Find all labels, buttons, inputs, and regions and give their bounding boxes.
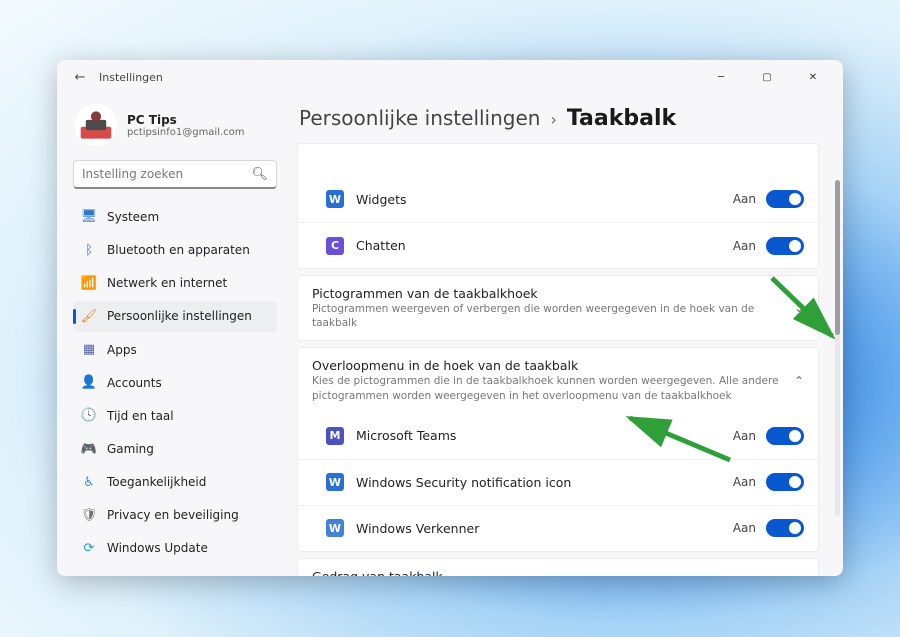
sidebar-item-label: Bluetooth en apparaten: [107, 243, 250, 257]
app-icon: W: [326, 190, 344, 208]
monitor-icon: 🖥: [81, 209, 97, 225]
section-title: Gedrag van taakbalk: [312, 569, 786, 576]
taskbar-behavior-card[interactable]: Gedrag van taakbalk Taakbalkuitlijning, …: [297, 558, 819, 576]
scrollbar-track[interactable]: [835, 180, 840, 516]
person-icon: 👤: [81, 375, 97, 391]
toggle-switch[interactable]: [766, 473, 804, 491]
apps-icon: ▦: [81, 342, 97, 358]
sidebar-item-label: Systeem: [107, 210, 159, 224]
toggle-row: W Windows Verkenner Aan: [298, 505, 818, 551]
toggle-state-label: Aan: [733, 521, 756, 535]
sidebar-nav: 🖥 Systeem ᛒ Bluetooth en apparaten 📶 Netwerk …: [73, 201, 277, 564]
sidebar-item-update[interactable]: ⟳ Windows Update: [73, 533, 277, 564]
sidebar-item-label: Tijd en taal: [107, 409, 174, 423]
chevron-right-icon: ›: [550, 110, 556, 129]
toggle-row: W Widgets Aan: [298, 176, 818, 222]
sidebar-item-label: Toegankelijkheid: [107, 475, 206, 489]
sidebar-item-shield[interactable]: 🛡 Privacy en beveiliging: [73, 500, 277, 531]
row-label: Widgets: [356, 192, 733, 207]
sidebar-item-label: Gaming: [107, 442, 154, 456]
app-icon: W: [326, 519, 344, 537]
sidebar-item-apps[interactable]: ▦ Apps: [73, 334, 277, 365]
taskbar-items-card: W Widgets Aan C Chatten Aan: [297, 143, 819, 269]
sidebar-item-label: Accounts: [107, 376, 162, 390]
row-label: Windows Security notification icon: [356, 475, 733, 490]
search-input[interactable]: [82, 167, 247, 181]
game-icon: 🎮: [81, 441, 97, 457]
toggle-state-label: Aan: [733, 429, 756, 443]
sidebar-item-label: Privacy en beveiliging: [107, 508, 239, 522]
minimize-button[interactable]: ─: [699, 64, 743, 90]
app-icon: W: [326, 473, 344, 491]
sidebar-item-monitor[interactable]: 🖥 Systeem: [73, 201, 277, 232]
breadcrumb-parent[interactable]: Persoonlijke instellingen: [299, 106, 540, 130]
profile-name: PC Tips: [127, 113, 245, 127]
sidebar-item-bluetooth[interactable]: ᛒ Bluetooth en apparaten: [73, 234, 277, 265]
clock-icon: 🕓: [81, 408, 97, 424]
taskbar-item-row: [298, 144, 818, 176]
maximize-button[interactable]: ▢: [745, 64, 789, 90]
row-label: Chatten: [356, 238, 733, 253]
content-pane: Persoonlijke instellingen › Taakbalk W W…: [289, 94, 843, 576]
sidebar: PC Tips pctipsinfo1@gmail.com 🔍︎ 🖥 Systee…: [57, 94, 289, 576]
sidebar-item-label: Windows Update: [107, 541, 208, 555]
overflow-menu-card: Overloopmenu in de hoek van de taakbalk …: [297, 347, 819, 551]
shield-icon: 🛡: [81, 507, 97, 523]
sidebar-item-clock[interactable]: 🕓 Tijd en taal: [73, 400, 277, 431]
access-icon: ♿: [81, 474, 97, 490]
toggle-switch[interactable]: [766, 519, 804, 537]
bluetooth-icon: ᛒ: [81, 242, 97, 258]
toggle-switch[interactable]: [766, 427, 804, 445]
breadcrumb: Persoonlijke instellingen › Taakbalk: [297, 100, 819, 143]
wifi-icon: 📶: [81, 275, 97, 291]
titlebar: ← Instellingen ─ ▢ ✕: [57, 60, 843, 94]
app-icon: C: [326, 237, 344, 255]
close-button[interactable]: ✕: [791, 64, 835, 90]
toggle-row: W Windows Security notification icon Aan: [298, 459, 818, 505]
chevron-up-icon[interactable]: ⌃: [794, 374, 804, 388]
back-button[interactable]: ←: [67, 64, 93, 90]
avatar: [75, 104, 117, 146]
update-icon: ⟳: [81, 540, 97, 556]
brush-icon: 🖌: [81, 308, 97, 324]
section-title: Pictogrammen van de taakbalkhoek: [312, 286, 786, 301]
corner-icons-card[interactable]: Pictogrammen van de taakbalkhoek Pictogr…: [297, 275, 819, 341]
breadcrumb-current: Taakbalk: [567, 106, 676, 131]
window-title: Instellingen: [99, 71, 163, 84]
sidebar-item-wifi[interactable]: 📶 Netwerk en internet: [73, 268, 277, 299]
row-label: Windows Verkenner: [356, 521, 733, 536]
section-subtitle: Kies de pictogrammen die in de taakbalkh…: [312, 374, 786, 402]
chevron-down-icon[interactable]: ⌄: [794, 301, 804, 315]
row-label: Microsoft Teams: [356, 428, 733, 443]
app-icon: M: [326, 427, 344, 445]
profile[interactable]: PC Tips pctipsinfo1@gmail.com: [73, 100, 277, 160]
toggle-state-label: Aan: [733, 192, 756, 206]
sidebar-item-label: Persoonlijke instellingen: [107, 309, 252, 323]
sidebar-item-person[interactable]: 👤 Accounts: [73, 367, 277, 398]
overflow-header[interactable]: Overloopmenu in de hoek van de taakbalk …: [298, 348, 818, 412]
toggle-state-label: Aan: [733, 475, 756, 489]
sidebar-item-access[interactable]: ♿ Toegankelijkheid: [73, 467, 277, 498]
scrollbar-thumb[interactable]: [835, 180, 840, 335]
sidebar-item-game[interactable]: 🎮 Gaming: [73, 433, 277, 464]
toggle-row: C Chatten Aan: [298, 222, 818, 268]
toggle-state-label: Aan: [733, 239, 756, 253]
section-title: Overloopmenu in de hoek van de taakbalk: [312, 358, 786, 373]
profile-email: pctipsinfo1@gmail.com: [127, 127, 245, 138]
settings-window: ← Instellingen ─ ▢ ✕ PC Tips pctipsinfo1…: [57, 60, 843, 576]
toggle-switch[interactable]: [766, 190, 804, 208]
toggle-row: M Microsoft Teams Aan: [298, 413, 818, 459]
search-icon: 🔍︎: [251, 167, 268, 182]
toggle-switch[interactable]: [766, 237, 804, 255]
section-subtitle: Pictogrammen weergeven of verbergen die …: [312, 302, 786, 330]
sidebar-item-label: Apps: [107, 343, 137, 357]
sidebar-item-label: Netwerk en internet: [107, 276, 227, 290]
search-box[interactable]: 🔍︎: [73, 160, 277, 189]
sidebar-item-brush[interactable]: 🖌 Persoonlijke instellingen: [73, 301, 277, 332]
